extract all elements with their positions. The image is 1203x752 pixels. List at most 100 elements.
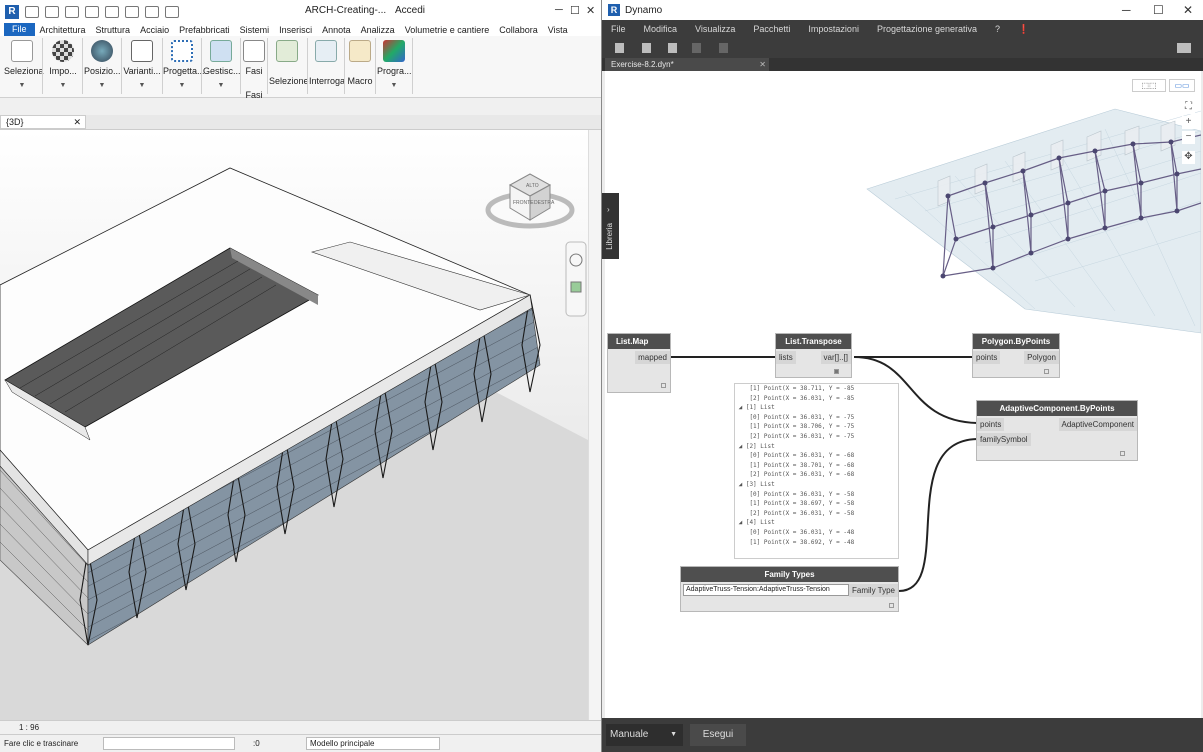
ribbon-macro[interactable]: Macro	[346, 38, 374, 96]
tab-vista[interactable]: Vista	[543, 25, 573, 35]
maximize-icon[interactable]: ☐	[570, 4, 580, 17]
watch-line: [1] Point(X = 38.701, Y = -68	[735, 461, 855, 469]
open-icon[interactable]	[25, 5, 39, 18]
save-file-icon[interactable]	[668, 43, 677, 53]
menu-impostazioni[interactable]: Impostazioni	[799, 24, 868, 34]
redo-icon[interactable]	[719, 43, 728, 53]
tab-prefabbricati[interactable]: Prefabbricati	[174, 25, 235, 35]
undo-icon[interactable]	[692, 43, 701, 53]
ribbon-fasi[interactable]: Fasi Fasi	[242, 38, 266, 100]
library-tab[interactable]: › Libreria	[602, 193, 619, 259]
ribbon-label: Progetta...	[163, 66, 205, 76]
ribbon-dynamo[interactable]: Progra... ▼	[377, 38, 412, 96]
print-icon[interactable]	[125, 5, 139, 18]
node-preview-toggle[interactable]	[661, 383, 666, 388]
menu-pacchetti[interactable]: Pacchetti	[744, 24, 799, 34]
tab-volumetrie[interactable]: Volumetrie e cantiere	[400, 25, 495, 35]
tab-sistemi[interactable]: Sistemi	[235, 25, 275, 35]
notification-icon[interactable]: ❗	[1009, 24, 1038, 35]
zoom-fit-icon[interactable]: ⛶	[1182, 101, 1195, 114]
graph-tab[interactable]: Exercise-8.2.dyn* ✕	[605, 58, 769, 71]
ribbon-varianti[interactable]: Varianti... ▼	[123, 38, 161, 96]
node-adaptivecomponent-bypoints[interactable]: AdaptiveComponent.ByPoints points family…	[976, 400, 1138, 461]
graph-view-toggle[interactable]: ▭▭	[1169, 79, 1195, 92]
open-file-icon[interactable]	[642, 43, 651, 53]
dynamo-minimize-icon[interactable]: ─	[1122, 3, 1131, 17]
node-preview-toggle[interactable]	[1120, 451, 1125, 456]
view-tab-3d[interactable]: {3D} ✕	[0, 115, 86, 129]
output-port-polygon[interactable]: Polygon	[1024, 351, 1059, 364]
new-file-icon[interactable]	[615, 43, 624, 53]
output-port-family-type[interactable]: Family Type	[849, 584, 898, 597]
node-list-map[interactable]: List.Map mapped	[607, 333, 671, 393]
menu-help[interactable]: ?	[986, 24, 1009, 34]
ribbon-progettazione[interactable]: Progetta... ▼	[163, 38, 205, 96]
tab-file[interactable]: File	[4, 23, 35, 36]
tab-struttura[interactable]: Struttura	[91, 25, 136, 35]
sync-icon[interactable]	[65, 5, 79, 18]
viewcube-icon[interactable]: ALTO FRONTE DESTRA	[485, 173, 575, 229]
ribbon-impostazioni[interactable]: Impo... ▼	[46, 38, 80, 96]
node-preview-toggle[interactable]	[889, 603, 894, 608]
undo-icon[interactable]	[85, 5, 99, 18]
watch-line: [1] Point(X = 38.692, Y = -48	[735, 538, 855, 546]
close-view-icon[interactable]: ✕	[73, 116, 81, 128]
tab-acciaio[interactable]: Acciaio	[135, 25, 174, 35]
input-port-lists[interactable]: lists	[776, 351, 796, 364]
tab-inserisci[interactable]: Inserisci	[274, 25, 317, 35]
tab-architettura[interactable]: Architettura	[35, 25, 91, 35]
camera-icon[interactable]	[1177, 43, 1191, 53]
view-scale[interactable]: 1 : 96	[19, 723, 39, 732]
ribbon-seleziona[interactable]: Seleziona ▼	[4, 38, 44, 96]
zoom-in-icon[interactable]: +	[1182, 116, 1195, 129]
close-tab-icon[interactable]: ✕	[759, 58, 766, 71]
measure-icon[interactable]	[145, 5, 159, 18]
ribbon-interroga[interactable]: Interroga	[309, 38, 345, 96]
zoom-out-icon[interactable]: −	[1182, 131, 1195, 144]
revit-logo-icon[interactable]: R	[5, 4, 19, 19]
tab-annota[interactable]: Annota	[317, 25, 356, 35]
menu-visualizza[interactable]: Visualizza	[686, 24, 744, 34]
3d-view-canvas[interactable]: ALTO FRONTE DESTRA	[0, 130, 601, 720]
ribbon-posizione[interactable]: Posizio... ▼	[84, 38, 121, 96]
node-preview-toggle[interactable]	[1044, 369, 1049, 374]
run-button[interactable]: Esegui	[690, 724, 746, 746]
ribbon-gestisci[interactable]: Gestisc... ▼	[203, 38, 241, 96]
vertical-scrollbar[interactable]	[588, 130, 601, 720]
node-preview-toggle[interactable]	[834, 369, 839, 374]
output-port-var[interactable]: var[]..[]	[820, 351, 851, 364]
input-port-familysymbol[interactable]: familySymbol	[977, 433, 1031, 446]
input-port-points[interactable]: points	[973, 351, 1001, 364]
dynamo-close-icon[interactable]: ✕	[1183, 3, 1193, 17]
close-icon[interactable]: ✕	[586, 4, 595, 17]
ribbon-label: Selezione	[269, 76, 309, 86]
tab-analizza[interactable]: Analizza	[356, 25, 400, 35]
menu-modifica[interactable]: Modifica	[635, 24, 687, 34]
text-icon[interactable]	[165, 5, 179, 18]
redo-icon[interactable]	[105, 5, 119, 18]
pan-icon[interactable]: ✥	[1182, 151, 1195, 164]
minimize-icon[interactable]: ─	[555, 4, 563, 16]
dynamo-maximize-icon[interactable]: ☐	[1153, 3, 1164, 17]
run-mode-dropdown[interactable]: Manuale ▼	[606, 724, 683, 746]
input-port-points[interactable]: points	[977, 418, 1005, 431]
model-selector[interactable]: Modello principale	[306, 737, 440, 750]
tab-collabora[interactable]: Collabora	[494, 25, 543, 35]
node-family-types[interactable]: Family Types AdaptiveTruss-Tension:Adapt…	[680, 566, 899, 612]
ribbon-selezione[interactable]: Selezione	[269, 38, 309, 96]
output-port-mapped[interactable]: mapped	[635, 351, 670, 364]
zoom-icon[interactable]	[570, 281, 582, 293]
menu-file[interactable]: File	[602, 24, 635, 34]
node-polygon-bypoints[interactable]: Polygon.ByPoints points Polygon	[972, 333, 1060, 378]
menu-progettazione-generativa[interactable]: Progettazione generativa	[868, 24, 986, 34]
sign-in-link[interactable]: Accedi	[395, 5, 425, 16]
output-port-adaptivecomponent[interactable]: AdaptiveComponent	[1058, 418, 1137, 431]
save-icon[interactable]	[45, 5, 59, 18]
dynamo-canvas[interactable]: ⬚⬚ ▭▭ ⛶ + − ✥ List.Map mapped List.Trans…	[605, 71, 1201, 718]
navigation-bar[interactable]	[565, 241, 587, 317]
family-type-dropdown[interactable]: AdaptiveTruss-Tension:AdaptiveTruss-Tens…	[683, 584, 849, 596]
geometry-view-toggle[interactable]: ⬚⬚	[1132, 79, 1166, 92]
workset-selector[interactable]	[103, 737, 235, 750]
node-watch-preview[interactable]: [1] Point(X = 38.711, Y = -85 [2] Point(…	[734, 383, 899, 559]
node-list-transpose[interactable]: List.Transpose lists var[]..[]	[775, 333, 852, 378]
